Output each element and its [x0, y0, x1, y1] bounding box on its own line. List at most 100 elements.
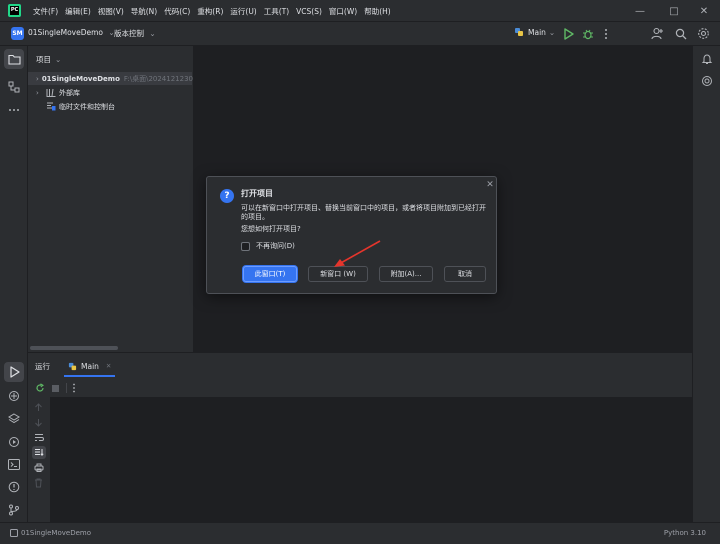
- folder-icon: [7, 54, 21, 65]
- project-panel-header[interactable]: 项目 ⌄: [36, 54, 61, 65]
- search-everywhere-button[interactable]: [675, 28, 687, 40]
- toolbar-divider: [66, 383, 67, 393]
- python-icon: [68, 362, 77, 370]
- tree-item-project-root[interactable]: › 01SingleMoveDemo F:\桌面\2024121230: [28, 72, 193, 85]
- menu-navigate[interactable]: 导航(N): [131, 6, 157, 17]
- problems-tool-button[interactable]: [4, 477, 24, 497]
- more-tools-button[interactable]: [4, 100, 24, 120]
- tab-main-label: Main: [81, 361, 99, 371]
- menu-bar: 文件(F) 编辑(E) 视图(V) 导航(N) 代码(C) 重构(R) 运行(U…: [33, 0, 398, 22]
- menu-help[interactable]: 帮助(H): [364, 6, 391, 17]
- open-project-dialog: ? ✕ 打开项目 可以在新窗口中打开项目、替换当前窗口中的项目，或者将项目附加到…: [206, 176, 497, 294]
- run-more-button[interactable]: [72, 383, 76, 393]
- wrap-icon: [35, 434, 44, 441]
- services-tool-button[interactable]: [4, 432, 24, 452]
- rerun-icon: [36, 383, 44, 392]
- gear-icon: [698, 28, 709, 39]
- project-badge[interactable]: SM: [11, 27, 24, 40]
- scroll-to-end-icon: [35, 449, 44, 456]
- tree-item-scratches[interactable]: 临时文件和控制台: [28, 100, 194, 113]
- settings-button[interactable]: [697, 27, 710, 40]
- menu-tools[interactable]: 工具(T): [264, 6, 289, 17]
- debug-button[interactable]: [582, 28, 594, 40]
- more-actions-button[interactable]: [603, 28, 609, 40]
- code-with-me-button[interactable]: [651, 27, 664, 40]
- right-tool-strip: [692, 46, 720, 522]
- tree-item-path: F:\桌面\2024121230: [123, 74, 193, 83]
- scroll-down-button[interactable]: [34, 418, 43, 427]
- arrow-up-icon: [35, 403, 42, 411]
- structure-icon: [8, 81, 20, 93]
- layers-icon: [8, 413, 20, 424]
- console-output[interactable]: [50, 397, 692, 523]
- play-icon: [564, 28, 574, 40]
- structure-tool-button[interactable]: [4, 77, 24, 97]
- ai-assistant-button[interactable]: [697, 71, 717, 91]
- menu-file[interactable]: 文件(F): [33, 6, 58, 17]
- project-module-icon: [10, 529, 18, 537]
- maximize-button[interactable]: □: [658, 0, 690, 22]
- terminal-tool-button[interactable]: [4, 454, 24, 474]
- checkbox-box[interactable]: [241, 241, 250, 251]
- menu-refactor[interactable]: 重构(R): [197, 6, 223, 17]
- minimize-button[interactable]: —: [624, 0, 656, 22]
- project-panel: 项目 ⌄ › 01SingleMoveDemo F:\桌面\2024121230…: [28, 46, 194, 352]
- chevron-down-icon: ⌄: [149, 29, 156, 38]
- tree-item-external-libraries[interactable]: › 外部库: [28, 86, 194, 99]
- git-tool-button[interactable]: [4, 500, 24, 520]
- scroll-up-button[interactable]: [34, 403, 43, 412]
- soft-wrap-button[interactable]: [34, 433, 44, 442]
- menu-code[interactable]: 代码(C): [164, 6, 190, 17]
- clear-console-button[interactable]: [34, 478, 43, 488]
- run-config-selector[interactable]: Main ⌄: [514, 27, 555, 37]
- project-switcher-label: 01SingleMoveDemo: [28, 28, 103, 37]
- layers-tool-button[interactable]: [4, 409, 24, 429]
- close-tab-icon[interactable]: ✕: [106, 362, 111, 370]
- question-icon: ?: [220, 189, 234, 203]
- tab-main[interactable]: Main ✕: [64, 357, 116, 377]
- python-packages-button[interactable]: [4, 386, 24, 406]
- scratch-file-icon: [47, 102, 56, 111]
- menu-edit[interactable]: 编辑(E): [65, 6, 91, 17]
- annotation-arrow-icon: [334, 240, 381, 267]
- rerun-button[interactable]: [35, 383, 45, 393]
- run-button[interactable]: [563, 28, 574, 40]
- menu-view[interactable]: 视图(V): [98, 6, 124, 17]
- bell-icon: [701, 54, 713, 64]
- dialog-title: 打开项目: [241, 189, 273, 198]
- arrow-down-icon: [35, 419, 42, 427]
- project-panel-scrollbar[interactable]: [30, 346, 118, 350]
- this-window-button[interactable]: 此窗口(T): [243, 266, 297, 282]
- vcs-menu-label: 版本控制: [114, 29, 144, 38]
- menu-window[interactable]: 窗口(W): [329, 6, 357, 17]
- menu-run[interactable]: 运行(U): [230, 6, 256, 17]
- main-toolbar: SM 01SingleMoveDemo ⌄ 版本控制 ⌄ Main ⌄: [0, 22, 720, 46]
- run-tool-button[interactable]: [4, 362, 24, 382]
- run-config-label: Main: [528, 27, 546, 37]
- close-window-button[interactable]: ✕: [688, 0, 720, 22]
- tree-item-label: 外部库: [59, 88, 80, 97]
- stop-button[interactable]: [51, 384, 60, 393]
- status-project-breadcrumb[interactable]: 01SingleMoveDemo: [10, 529, 91, 537]
- project-switcher[interactable]: 01SingleMoveDemo ⌄: [28, 28, 115, 37]
- play-outline-icon: [9, 366, 20, 378]
- project-tool-button[interactable]: [4, 49, 24, 69]
- pycharm-logo-icon[interactable]: PC: [8, 4, 21, 17]
- attach-button[interactable]: 附加(A)...: [379, 266, 433, 282]
- cancel-button[interactable]: 取消: [444, 266, 486, 282]
- dialog-close-button[interactable]: ✕: [485, 180, 495, 190]
- scroll-to-end-button[interactable]: [32, 446, 46, 459]
- notifications-button[interactable]: [697, 49, 717, 69]
- alert-circle-icon: [8, 481, 20, 493]
- status-interpreter[interactable]: Python 3.10: [664, 529, 706, 537]
- dont-ask-again-checkbox[interactable]: 不再询问(D): [241, 241, 295, 251]
- menu-vcs[interactable]: VCS(S): [296, 7, 322, 16]
- print-button[interactable]: [34, 463, 44, 472]
- run-toolbar: [28, 379, 692, 397]
- vcs-menu[interactable]: 版本控制 ⌄: [114, 28, 156, 39]
- git-branch-icon: [9, 504, 19, 516]
- dont-ask-again-label: 不再询问(D): [256, 242, 295, 250]
- packages-icon: [9, 391, 19, 401]
- title-bar: PC 文件(F) 编辑(E) 视图(V) 导航(N) 代码(C) 重构(R) 运…: [0, 0, 720, 22]
- services-icon: [9, 437, 19, 447]
